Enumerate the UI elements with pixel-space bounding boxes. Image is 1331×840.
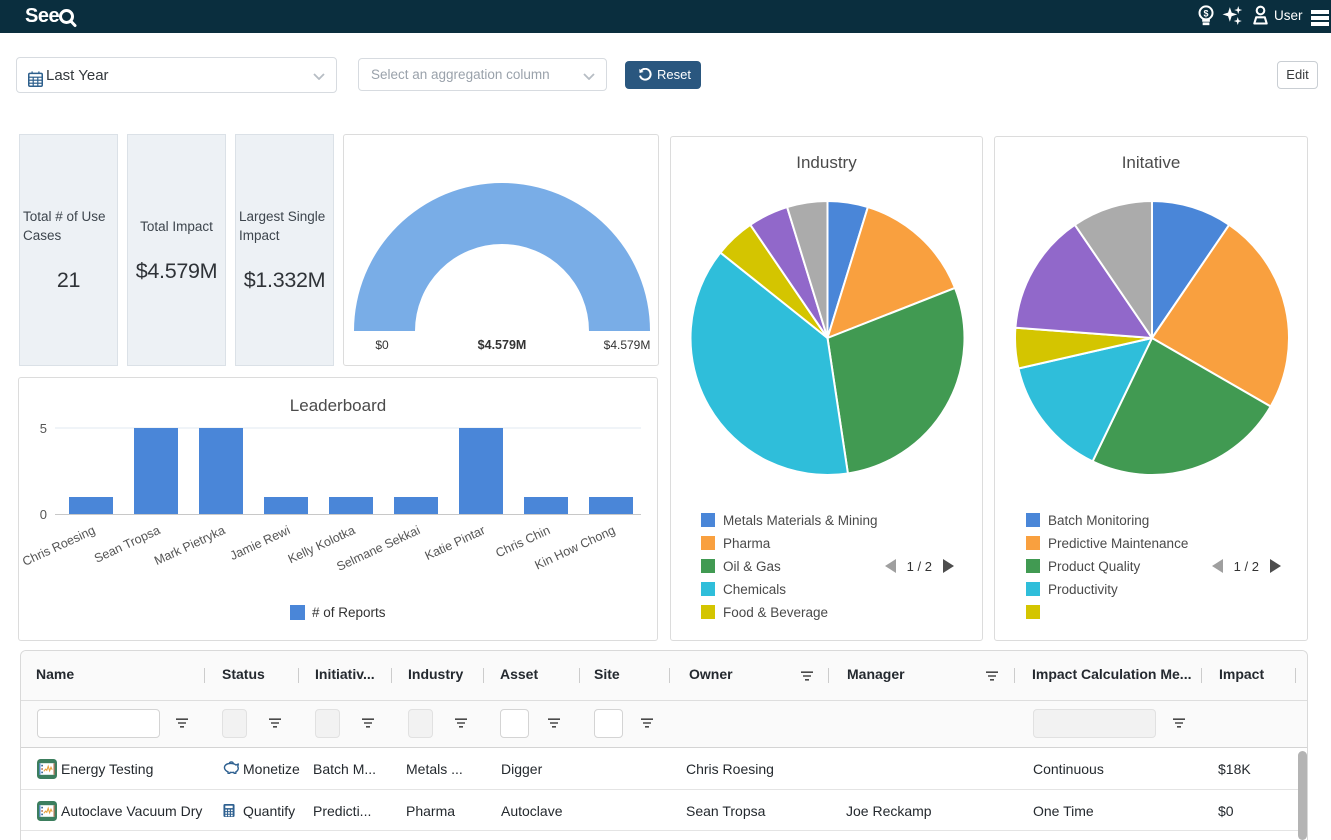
svg-text:5: 5 xyxy=(40,421,47,436)
svg-text:$: $ xyxy=(1204,8,1209,18)
svg-text:Chris Roesing: Chris Roesing xyxy=(20,523,97,569)
svg-text:# of Reports: # of Reports xyxy=(312,605,386,620)
svg-text:Sean Tropsa: Sean Tropsa xyxy=(92,523,162,566)
svg-text:Mark Pietryka: Mark Pietryka xyxy=(152,523,227,568)
svg-text:Katie Pintar: Katie Pintar xyxy=(423,523,487,563)
svg-text:See: See xyxy=(25,5,59,27)
svg-text:0: 0 xyxy=(40,507,47,522)
svg-text:Jamie Rewi: Jamie Rewi xyxy=(228,523,292,563)
